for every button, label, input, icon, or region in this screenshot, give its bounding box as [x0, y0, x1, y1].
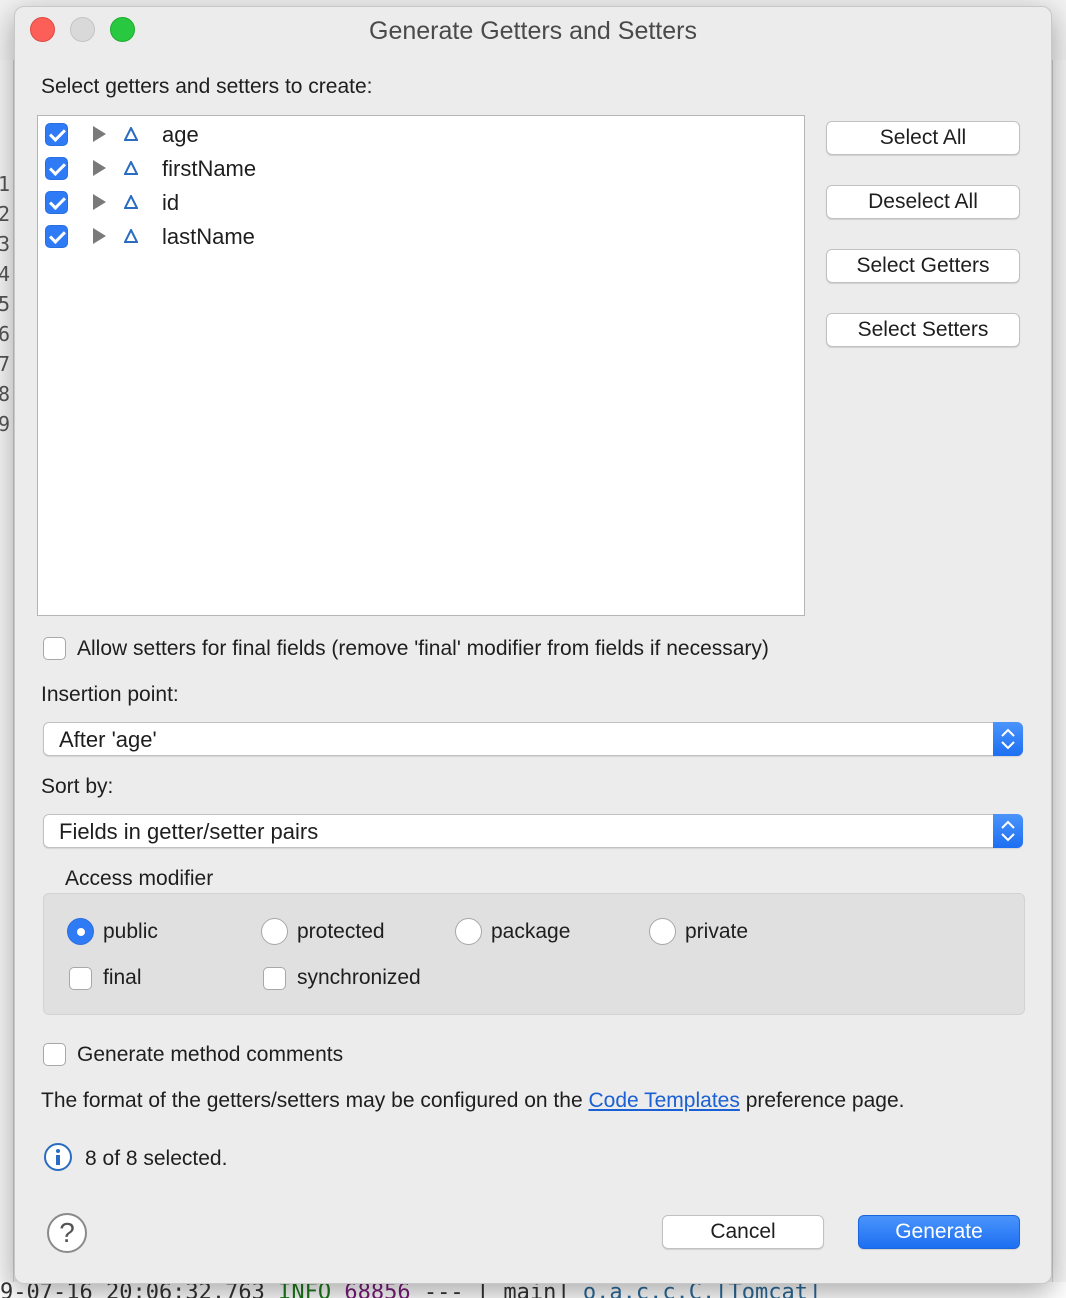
chevron-updown-icon	[1001, 728, 1015, 750]
select-getters-button[interactable]: Select Getters	[826, 249, 1020, 283]
expand-arrow-icon[interactable]	[93, 194, 106, 210]
info-icon	[44, 1143, 72, 1171]
synchronized-checkbox[interactable]	[263, 967, 286, 990]
help-icon[interactable]: ?	[47, 1213, 87, 1253]
protected-radio[interactable]	[261, 918, 288, 945]
private-radio[interactable]	[649, 918, 676, 945]
field-name: firstName	[162, 156, 257, 181]
line-number: 6	[0, 322, 11, 346]
field-triangle-icon	[124, 127, 138, 141]
sort-by-select[interactable]: Fields in getter/setter pairs	[43, 814, 1023, 848]
field-checkbox-id[interactable]	[45, 191, 68, 214]
generate-comments-checkbox[interactable]	[43, 1043, 66, 1066]
code-templates-link[interactable]: Code Templates	[588, 1089, 739, 1112]
field-triangle-icon	[124, 229, 138, 243]
access-modifier-group: public protected package private final s…	[43, 893, 1025, 1015]
deselect-all-button[interactable]: Deselect All	[826, 185, 1020, 219]
field-name: lastName	[162, 224, 255, 249]
access-modifier-title: Access modifier	[65, 867, 214, 890]
format-note-after: preference page.	[745, 1089, 905, 1112]
title-bar: Generate Getters and Setters	[15, 7, 1051, 53]
line-number: 9	[0, 412, 11, 436]
package-radio[interactable]	[455, 918, 482, 945]
line-number: 1	[0, 172, 11, 196]
field-name: id	[162, 190, 180, 215]
select-stepper-icon[interactable]	[993, 814, 1023, 848]
fields-tree[interactable]: age firstName id lastName	[37, 115, 805, 616]
field-checkbox-lastname[interactable]	[45, 225, 68, 248]
synchronized-label: synchronized	[297, 966, 421, 989]
selection-status: 8 of 8 selected.	[85, 1147, 228, 1170]
tree-row-firstname[interactable]: firstName	[38, 151, 804, 185]
generate-comments-label: Generate method comments	[77, 1043, 344, 1066]
generate-getters-setters-dialog: Generate Getters and Setters Select gett…	[14, 6, 1052, 1284]
generate-button[interactable]: Generate	[858, 1215, 1020, 1249]
field-checkbox-firstname[interactable]	[45, 157, 68, 180]
console-sep: --- [	[423, 1282, 491, 1298]
insertion-point-select[interactable]: After 'age'	[43, 722, 1023, 756]
select-all-button[interactable]: Select All	[826, 121, 1020, 155]
field-name: age	[162, 122, 199, 147]
line-number: 7	[0, 352, 11, 376]
line-number: 3	[0, 232, 11, 256]
insertion-point-label: Insertion point:	[41, 683, 179, 706]
console-pid: 68856	[344, 1282, 411, 1298]
final-label: final	[103, 966, 142, 989]
final-checkbox[interactable]	[69, 967, 92, 990]
console-timestamp: 9-07-16 20:06:32.763	[0, 1282, 265, 1298]
expand-arrow-icon[interactable]	[93, 160, 106, 176]
tree-row-lastname[interactable]: lastName	[38, 219, 804, 253]
format-note: The format of the getters/setters may be…	[41, 1089, 904, 1113]
expand-arrow-icon[interactable]	[93, 126, 106, 142]
console-logger: o.a.c.c.C.[Tomcat]	[582, 1282, 822, 1298]
console-level: INFO	[278, 1282, 332, 1298]
insertion-point-value: After 'age'	[59, 727, 157, 752]
package-label: package	[491, 920, 571, 943]
public-label: public	[103, 920, 158, 943]
console-line: 9-07-16 20:06:32.763 INFO 68856 --- [ ma…	[0, 1282, 1066, 1298]
line-number: 2	[0, 202, 11, 226]
protected-label: protected	[297, 920, 385, 943]
format-note-before: The format of the getters/setters may be…	[41, 1089, 583, 1112]
allow-final-setters-label: Allow setters for final fields (remove '…	[77, 637, 769, 660]
cancel-button[interactable]: Cancel	[662, 1215, 824, 1249]
field-triangle-icon	[124, 195, 138, 209]
sort-by-value: Fields in getter/setter pairs	[59, 819, 319, 844]
private-label: private	[685, 920, 749, 943]
select-prompt: Select getters and setters to create:	[41, 75, 373, 98]
select-setters-button[interactable]: Select Setters	[826, 313, 1020, 347]
tree-row-id[interactable]: id	[38, 185, 804, 219]
public-radio[interactable]	[67, 918, 94, 945]
tree-row-age[interactable]: age	[38, 117, 804, 151]
line-number: 4	[0, 262, 11, 286]
line-number: 8	[0, 382, 11, 406]
expand-arrow-icon[interactable]	[93, 228, 106, 244]
sort-by-label: Sort by:	[41, 775, 114, 798]
select-stepper-icon[interactable]	[993, 722, 1023, 756]
line-number: 5	[0, 292, 11, 316]
console-thread: main]	[503, 1282, 570, 1298]
dialog-title: Generate Getters and Setters	[369, 17, 697, 45]
field-triangle-icon	[124, 161, 138, 175]
editor-right-edge	[1052, 60, 1066, 1298]
chevron-updown-icon	[1001, 820, 1015, 842]
allow-final-setters-checkbox[interactable]	[43, 637, 66, 660]
field-checkbox-age[interactable]	[45, 123, 68, 146]
editor-gutter: 1 2 3 4 5 6 7 8 9	[0, 60, 14, 1298]
